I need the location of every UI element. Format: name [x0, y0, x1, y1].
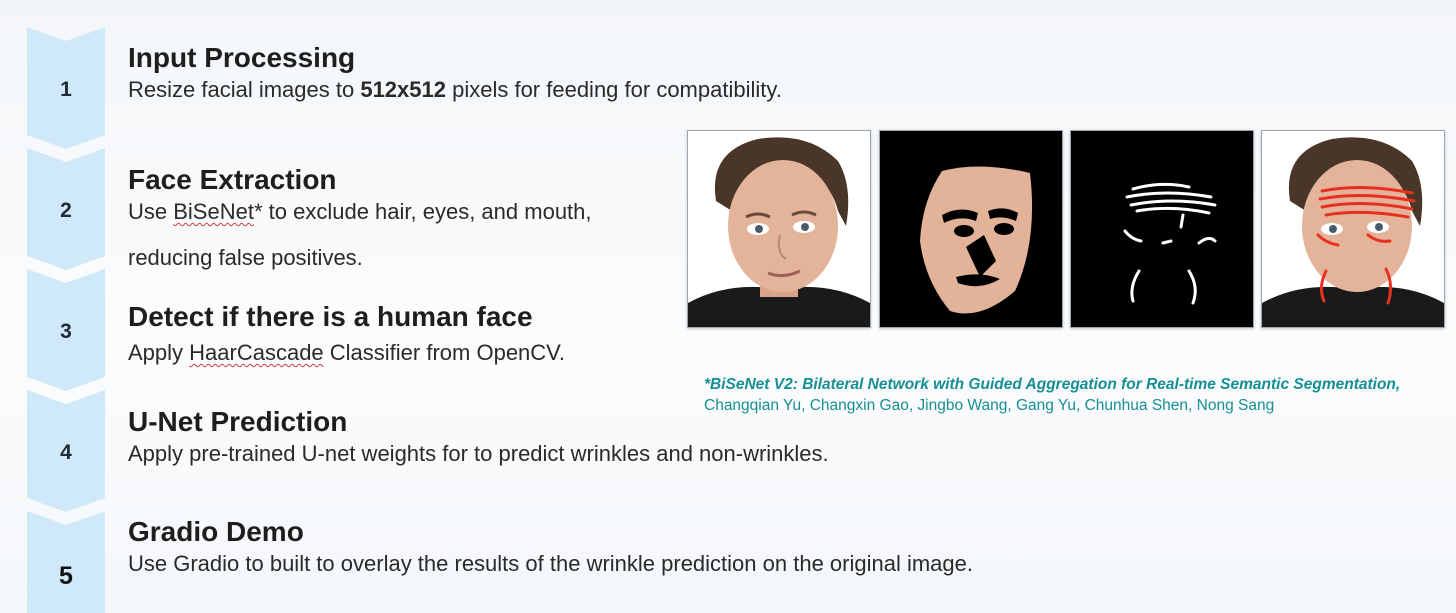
step-3-desc-pre: Apply — [128, 340, 190, 365]
step-1: Input Processing Resize facial images to… — [128, 44, 782, 102]
step-5: Gradio Demo Use Gradio to built to overl… — [128, 518, 973, 576]
step-3-number: 3 — [60, 320, 72, 343]
original-face-photo — [687, 130, 871, 328]
step-3-desc-post: Classifier from OpenCV. — [323, 340, 565, 365]
step-1-number: 1 — [60, 78, 72, 101]
step-1-desc-pre: Resize facial images to — [128, 77, 361, 102]
step-2-description-line2: reducing false positives. — [128, 245, 363, 271]
step-1-desc-post: pixels for feeding for compatibility. — [445, 77, 782, 102]
bisenet-citation: *BiSeNet V2: Bilateral Network with Guid… — [704, 375, 1444, 417]
step-1-title: Input Processing — [128, 42, 356, 73]
step-4-number: 4 — [60, 441, 72, 464]
step-2-desc-term: BiSeNet — [173, 199, 254, 224]
step-2-title: Face Extraction — [128, 164, 337, 195]
wrinkle-overlay — [1261, 130, 1445, 328]
step-2-number: 2 — [60, 199, 72, 222]
step-3: Detect if there is a human face Apply Ha… — [128, 303, 565, 365]
face-mask-segmentation — [879, 130, 1063, 328]
step-1-desc-bold: 512x512 — [360, 77, 446, 102]
step-3-title: Detect if there is a human face — [128, 301, 533, 332]
step-3-desc-term: HaarCascade — [189, 340, 324, 365]
step-4-description: Apply pre-trained U-net weights for to p… — [128, 441, 829, 466]
wrinkle-mask — [1070, 130, 1254, 328]
step-1-description: Resize facial images to 512x512 pixels f… — [128, 77, 782, 102]
citation-title: *BiSeNet V2: Bilateral Network with Guid… — [704, 376, 1401, 393]
step-2: Face Extraction Use BiSeNet* to exclude … — [128, 166, 592, 270]
step-2-desc-pre: Use — [128, 199, 174, 224]
step-5-title: Gradio Demo — [128, 516, 304, 547]
step-3-description: Apply HaarCascade Classifier from OpenCV… — [128, 340, 565, 365]
step-5-description: Use Gradio to built to overlay the resul… — [128, 551, 973, 576]
step-5-number: 5 — [59, 562, 73, 590]
step-2-desc-post: * to exclude hair, eyes, and mouth, — [253, 199, 592, 224]
process-chevron-column: 1 2 3 4 5 — [27, 0, 105, 613]
citation-authors: Changqian Yu, Changxin Gao, Jingbo Wang,… — [704, 396, 1275, 414]
step-2-description: Use BiSeNet* to exclude hair, eyes, and … — [128, 199, 592, 224]
